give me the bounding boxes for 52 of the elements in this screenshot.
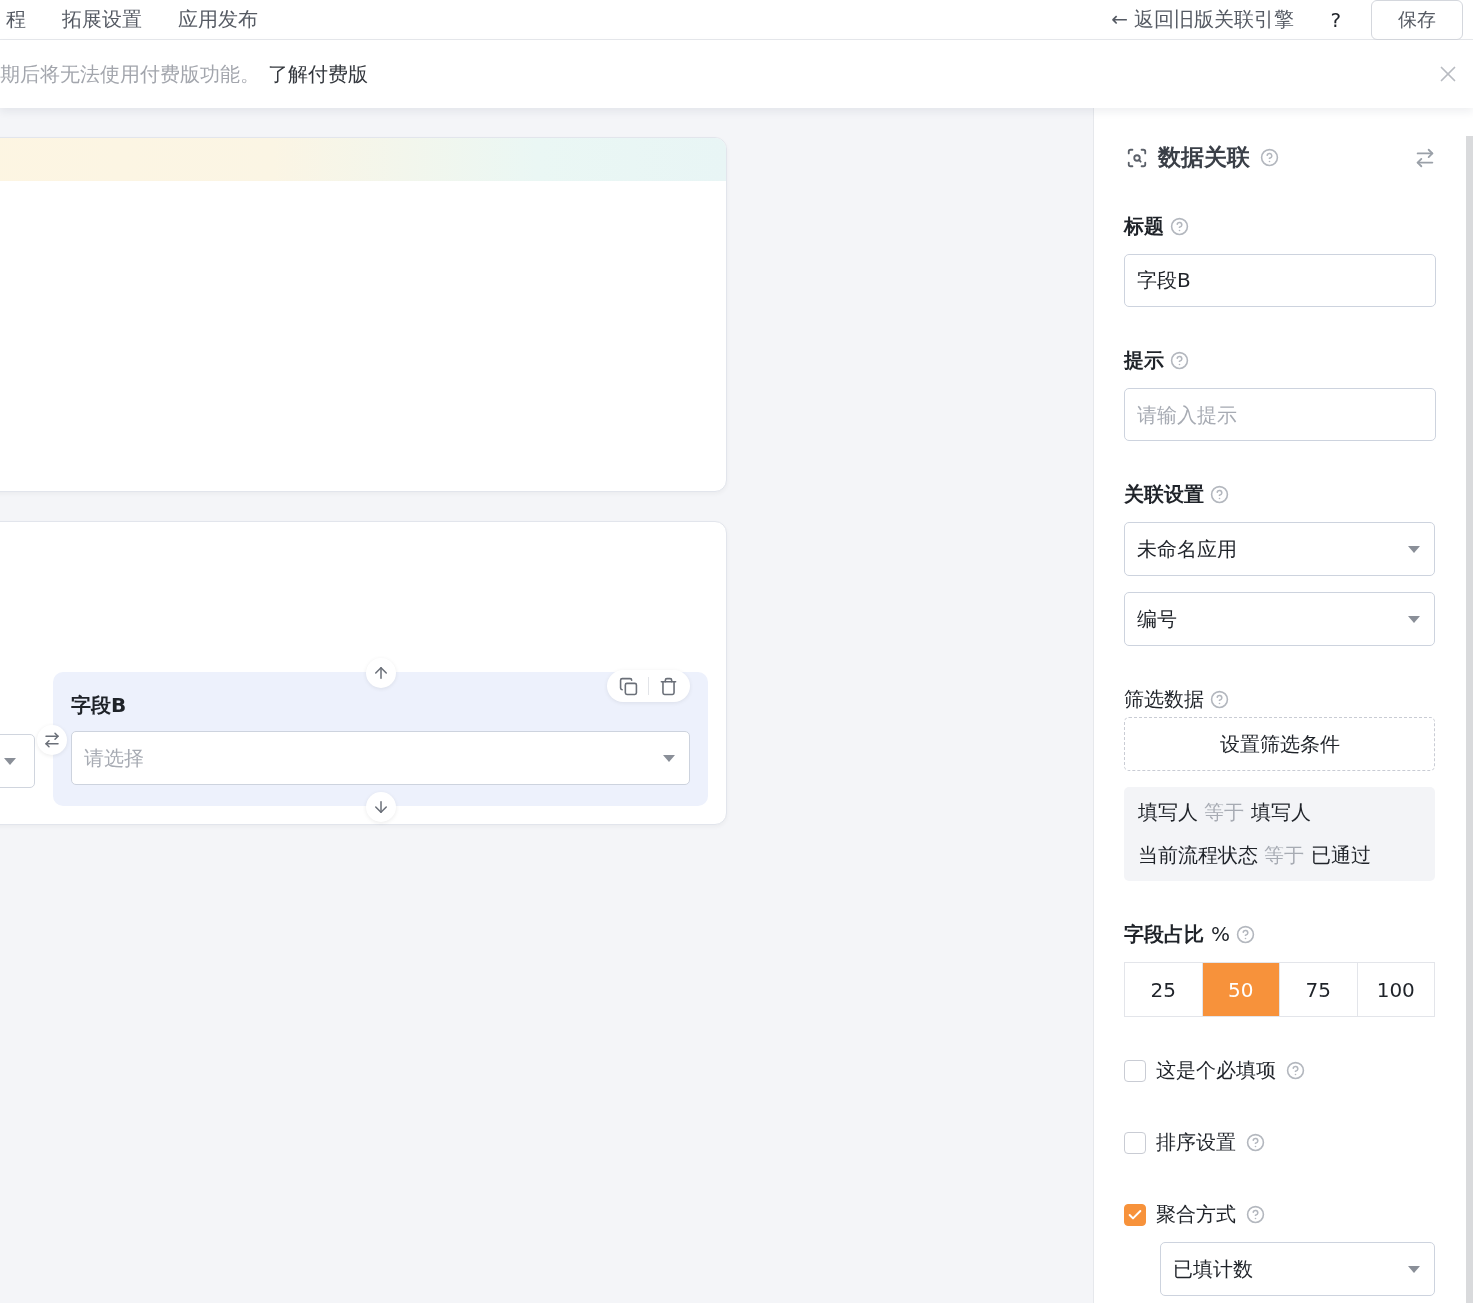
checkbox[interactable] xyxy=(1124,1059,1146,1082)
caret-icon xyxy=(1408,615,1420,623)
help-icon[interactable] xyxy=(1170,351,1189,370)
swap-icon[interactable] xyxy=(37,725,67,755)
nav-tab[interactable]: 程 xyxy=(6,6,26,33)
checkbox-label: 排序设置 xyxy=(1156,1129,1236,1156)
filter-button[interactable]: 设置筛选条件 xyxy=(1124,717,1435,771)
checkbox-label: 聚合方式 xyxy=(1156,1201,1236,1228)
arrow-up-icon[interactable] xyxy=(366,658,396,688)
arrow-down-icon[interactable] xyxy=(366,792,396,822)
save-button[interactable]: 保存 xyxy=(1371,0,1463,40)
delete-icon[interactable] xyxy=(659,676,678,696)
caret-icon xyxy=(4,757,16,765)
help-icon[interactable] xyxy=(1246,1133,1265,1152)
input-field[interactable]: 请输入提示 xyxy=(1124,388,1436,441)
select-field[interactable]: 编号 xyxy=(1124,592,1435,646)
field-label: 关联设置 xyxy=(1124,481,1204,508)
caret-icon xyxy=(1408,1265,1420,1273)
help-icon[interactable] xyxy=(1246,1205,1265,1224)
copy-icon[interactable] xyxy=(619,676,638,696)
field-label: 提示 xyxy=(1124,347,1164,374)
search-icon xyxy=(1126,146,1148,169)
help-icon[interactable] xyxy=(1210,690,1229,709)
back-link[interactable]: ← 返回旧版关联引擎 xyxy=(1111,6,1295,33)
filter-condition: 当前流程状态 等于 已通过 xyxy=(1138,842,1372,869)
help-icon[interactable] xyxy=(1260,148,1279,167)
field-label: 标题 xyxy=(1124,213,1164,240)
nav-tab[interactable]: 拓展设置 xyxy=(62,6,142,33)
help-icon[interactable] xyxy=(1236,925,1255,944)
nav-tab[interactable]: 应用发布 xyxy=(178,6,258,33)
swap-icon[interactable] xyxy=(1414,146,1436,169)
help-icon[interactable] xyxy=(1286,1061,1305,1080)
notice-link[interactable]: 了解付费版 xyxy=(268,60,368,88)
field-label: 字段占比 % xyxy=(1124,921,1230,948)
filter-condition: 填写人 等于 填写人 xyxy=(1138,799,1312,826)
panel-title: 数据关联 xyxy=(1158,143,1250,172)
help-icon[interactable] xyxy=(1170,217,1189,236)
notice-text: 期后将无法使用付费版功能。 xyxy=(0,60,260,88)
field-label: 筛选数据 xyxy=(1124,686,1204,713)
checkbox[interactable] xyxy=(1124,1203,1146,1226)
scrollbar[interactable] xyxy=(1466,136,1473,1303)
field-label: 字段B xyxy=(71,692,128,719)
input-field[interactable]: 字段B xyxy=(1124,254,1436,307)
caret-icon xyxy=(663,754,675,762)
help-button[interactable]: ? xyxy=(1330,7,1341,32)
caret-icon xyxy=(1408,545,1420,553)
select-field[interactable]: 未命名应用 xyxy=(1124,522,1435,576)
help-icon[interactable] xyxy=(1210,485,1229,504)
checkbox[interactable] xyxy=(1124,1131,1146,1154)
select-field[interactable]: 已填计数 xyxy=(1160,1242,1435,1296)
checkbox-label: 这是个必填项 xyxy=(1156,1057,1276,1084)
field-block[interactable]: 字段B 请选择 xyxy=(53,672,708,806)
